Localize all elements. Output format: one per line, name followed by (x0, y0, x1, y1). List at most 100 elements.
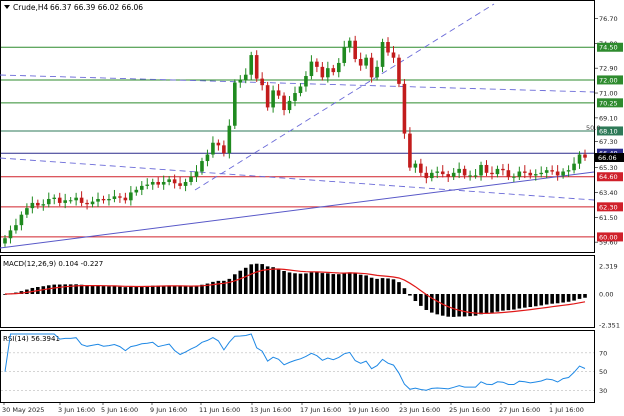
candle-body (380, 42, 385, 67)
macd-bar (380, 278, 385, 294)
macd-histogram (3, 263, 587, 317)
macd-bar (577, 294, 582, 299)
macd-bar (435, 294, 440, 315)
macd-bar (57, 284, 62, 294)
price-tick: 72.90 (599, 65, 618, 73)
candle-body (484, 164, 489, 173)
candle-body (462, 168, 467, 176)
macd-bar (315, 272, 319, 294)
trendline-lower-dashed[interactable] (0, 157, 595, 201)
macd-bar (583, 294, 587, 298)
macd-bar (419, 294, 423, 306)
macd-bar (501, 294, 505, 311)
candle-body (233, 82, 237, 126)
macd-bar (243, 267, 248, 294)
macd-bar (276, 268, 281, 294)
chart-canvas[interactable]: Crude,H4 66.37 66.39 66.02 66.06 76.70 74… (0, 0, 624, 416)
macd-bar (118, 286, 122, 294)
macd-bar (451, 294, 456, 317)
candle-body (331, 68, 336, 73)
candle-body (386, 42, 390, 53)
candle-body (336, 62, 341, 73)
macd-bar (211, 281, 215, 294)
macd-bar (90, 285, 95, 294)
macd-axis: 2.319 0.00 -2.351 (599, 263, 620, 330)
macd-bar (112, 286, 117, 294)
candle-body (150, 181, 155, 185)
macd-bar (172, 285, 177, 294)
macd-bar (446, 294, 451, 317)
candle-body (375, 66, 379, 78)
candle-body (161, 181, 166, 185)
macd-bar (457, 294, 461, 317)
candle-body (96, 198, 100, 202)
rsi-gridlines (1, 352, 594, 391)
current-price-tag: 66.06 (595, 153, 624, 162)
macd-bar (216, 280, 221, 294)
time-tick: 19 Jun 16:00 (348, 406, 389, 414)
candle-body (298, 86, 303, 94)
candle-body (555, 171, 560, 176)
candle-body (506, 170, 511, 177)
candle-body (101, 198, 106, 201)
macd-bar (413, 294, 418, 302)
candle-body (123, 197, 128, 201)
time-tick: 3 Jun 16:00 (58, 406, 95, 414)
level-label: 74.50 (599, 44, 618, 52)
candle-body (52, 197, 57, 199)
macd-bar (462, 294, 467, 317)
candle-body (577, 154, 582, 164)
candle-body (3, 238, 7, 244)
candle-body (287, 100, 292, 111)
candle-body (397, 57, 401, 84)
macd-bar (249, 264, 254, 294)
macd-bar (161, 285, 166, 294)
candle-body (79, 197, 84, 203)
trendline-rising-dashed[interactable] (194, 3, 495, 191)
candle-body (107, 198, 111, 201)
candle-body (424, 172, 429, 179)
macd-bar (408, 294, 412, 296)
macd-bar (183, 286, 188, 294)
candle-body (282, 95, 286, 111)
macd-bar (320, 273, 325, 294)
candle-body (205, 154, 210, 162)
macd-bar (287, 272, 292, 294)
panel-frames (0, 0, 595, 403)
macd-bar (63, 284, 67, 294)
rsi-axis: 70 50 30 (599, 349, 607, 395)
macd-bar (566, 294, 571, 302)
macd-bar (134, 286, 139, 294)
macd-bar (52, 284, 57, 294)
candle-body (172, 179, 177, 184)
candle-body (468, 175, 472, 177)
trend-lines[interactable] (0, 3, 595, 249)
symbol-label: Crude,H4 (13, 3, 48, 12)
macd-bar (233, 274, 237, 294)
candle-body (293, 93, 297, 101)
level-label: 72.00 (599, 76, 618, 84)
trendline-upper-dashed[interactable] (0, 74, 595, 93)
time-tick: 25 Jun 16:00 (449, 406, 490, 414)
candle-body (490, 172, 494, 175)
candle-body (19, 214, 24, 226)
dropdown-triangle-icon[interactable] (4, 5, 10, 9)
macd-bar (150, 285, 155, 294)
macd-bar (342, 273, 347, 294)
price-tick: 65.30 (599, 164, 618, 172)
candle-body (200, 161, 204, 172)
candle-body (68, 200, 73, 202)
macd-bar (347, 272, 352, 294)
candle-body (342, 47, 347, 63)
candle-body (74, 197, 78, 201)
macd-bar (555, 294, 560, 304)
macd-bar (495, 294, 500, 312)
macd-bar (156, 285, 161, 294)
candle-body (446, 174, 451, 177)
candle-body (25, 208, 29, 215)
macd-bar (238, 270, 243, 294)
macd-bar (512, 294, 516, 310)
candle-body (479, 164, 483, 176)
level-label: 60.00 (599, 233, 618, 241)
price-tick: 69.10 (599, 114, 618, 122)
